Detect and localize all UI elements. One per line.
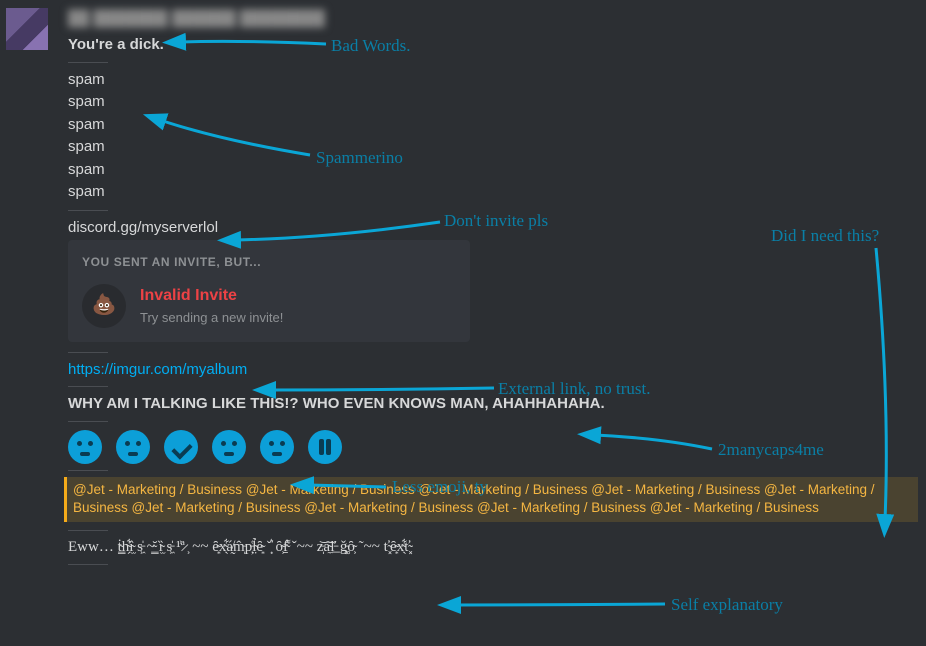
invite-pretitle: YOU SENT AN INVITE, BUT... <box>82 254 456 271</box>
emoji-face-icon[interactable] <box>260 430 294 464</box>
spam-line: spam <box>68 181 920 204</box>
divider <box>68 386 108 387</box>
username-row[interactable]: ██ ███████ ██████ ████████ <box>68 8 920 30</box>
annotation-zalgo: Self explanatory <box>671 595 783 615</box>
caps-line: WHY AM I TALKING LIKE THIS!? WHO EVEN KN… <box>68 393 920 415</box>
divider <box>68 352 108 353</box>
divider <box>68 470 108 471</box>
poop-icon: 💩 <box>82 284 126 328</box>
external-link[interactable]: https://imgur.com/myalbum <box>68 359 920 381</box>
avatar[interactable] <box>6 8 48 50</box>
message-content: ██ ███████ ██████ ████████ You're a dick… <box>68 8 920 571</box>
spam-line: spam <box>68 136 920 159</box>
mention-block: @Jet - Marketing / Business @Jet - Marke… <box>64 477 918 521</box>
emoji-face-icon[interactable] <box>68 430 102 464</box>
mentions-text[interactable]: @Jet - Marketing / Business @Jet - Marke… <box>73 482 875 515</box>
divider <box>68 564 108 565</box>
divider <box>68 62 108 63</box>
invite-card: YOU SENT AN INVITE, BUT... 💩 Invalid Inv… <box>68 240 470 341</box>
divider <box>68 421 108 422</box>
emoji-check-icon[interactable] <box>164 430 198 464</box>
divider <box>68 210 108 211</box>
spam-line: spam <box>68 91 920 114</box>
emoji-face-icon[interactable] <box>212 430 246 464</box>
spam-line: spam <box>68 159 920 182</box>
spam-line: spam <box>68 114 920 137</box>
bad-words-line: You're a dick. <box>68 34 920 56</box>
emoji-pause-icon[interactable] <box>308 430 342 464</box>
spam-line: spam <box>68 69 920 92</box>
emoji-face-icon[interactable] <box>116 430 150 464</box>
zalgo-line: Eww… ṫ̴͇h̴̗͋ȉ̴̫ s̵͖̍ ~̴̳̆ ȉ̴̫ s̵͖̍ ¹͗ª̷ … <box>68 537 920 559</box>
spam-block: spam spam spam spam spam spam <box>68 69 920 204</box>
invite-link-text[interactable]: discord.gg/myserverlol <box>68 217 920 239</box>
divider <box>68 530 108 531</box>
emoji-row <box>68 430 920 464</box>
invite-subtitle: Try sending a new invite! <box>140 309 283 328</box>
invite-title: Invalid Invite <box>140 284 283 307</box>
message: ██ ███████ ██████ ████████ You're a dick… <box>0 0 926 571</box>
